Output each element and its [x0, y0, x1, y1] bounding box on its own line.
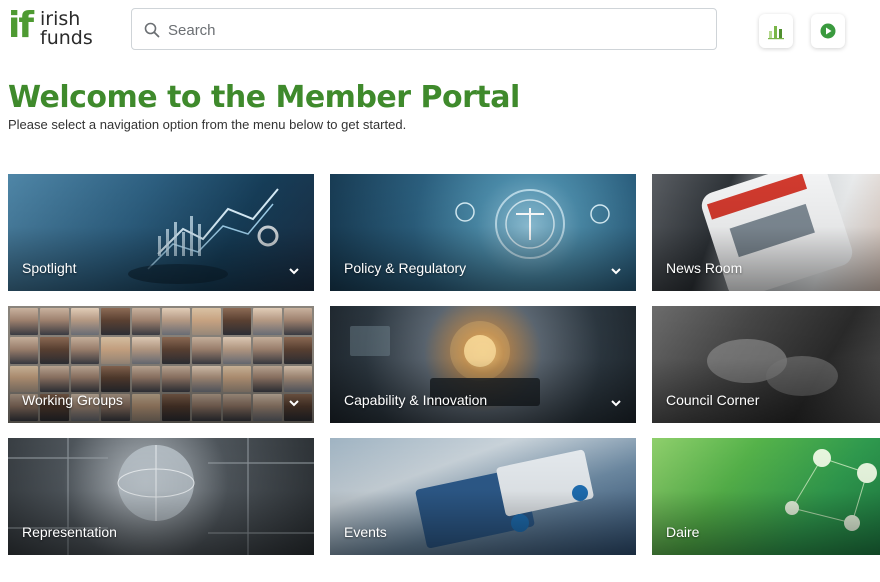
irish-funds-logo[interactable]: if irish funds	[8, 5, 118, 50]
tile-label: Working Groups	[22, 392, 123, 408]
chevron-down-icon[interactable]	[610, 265, 622, 277]
tile-daire[interactable]: Daire	[652, 438, 880, 555]
tile-label: Spotlight	[22, 260, 77, 276]
search-input[interactable]	[166, 9, 710, 51]
tile-label: News Room	[666, 260, 743, 276]
chevron-down-icon[interactable]	[610, 397, 622, 409]
tile-spotlight[interactable]: Spotlight	[8, 174, 314, 291]
tile-label: Council Corner	[666, 392, 760, 408]
bar-chart-icon	[768, 26, 784, 40]
tile-capability-innovation[interactable]: Capability & Innovation	[330, 306, 636, 423]
tile-news-room[interactable]: News Room	[652, 174, 880, 291]
tile-label: Capability & Innovation	[344, 392, 488, 408]
tile-events[interactable]: Events	[330, 438, 636, 555]
tile-label: Daire	[666, 524, 700, 540]
page-title: Welcome to the Member Portal	[8, 80, 520, 115]
tile-representation[interactable]: Representation	[8, 438, 314, 555]
tile-council-corner[interactable]: Council Corner	[652, 306, 880, 423]
play-icon	[820, 23, 836, 39]
tile-label: Events	[344, 524, 387, 540]
chevron-down-icon[interactable]	[288, 265, 300, 277]
tile-label: Policy & Regulatory	[344, 260, 467, 276]
dashboard-button[interactable]	[759, 14, 793, 48]
tile-label: Representation	[22, 524, 117, 540]
tile-policy-regulatory[interactable]: Policy & Regulatory	[330, 174, 636, 291]
video-button[interactable]	[811, 14, 845, 48]
page-subtitle: Please select a navigation option from t…	[8, 117, 407, 132]
tile-working-groups[interactable]: Working Groups	[8, 306, 314, 423]
search-icon	[144, 22, 160, 38]
logo-mark: if	[8, 5, 34, 46]
search-box[interactable]	[131, 8, 717, 51]
logo-word-funds: funds	[40, 27, 93, 49]
chevron-down-icon[interactable]	[288, 397, 300, 409]
